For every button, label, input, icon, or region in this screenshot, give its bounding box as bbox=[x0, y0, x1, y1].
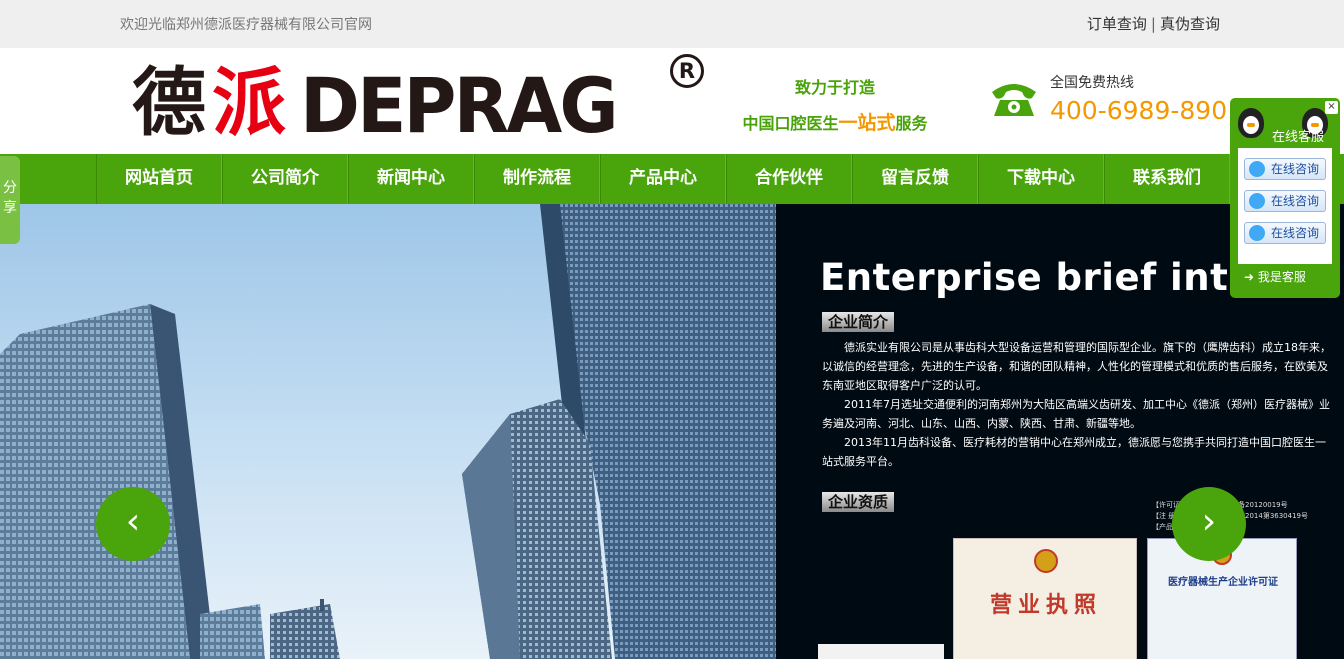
i-am-service-label: 我是客服 bbox=[1257, 270, 1306, 284]
slogan-line2-b: 服务 bbox=[895, 114, 928, 133]
logo-cn-de: 德 bbox=[132, 60, 206, 146]
buildings-illustration bbox=[0, 204, 776, 659]
nav-item-partners[interactable]: 合作伙伴 bbox=[726, 154, 852, 204]
national-emblem-icon bbox=[1034, 549, 1058, 573]
welcome-text: 欢迎光临郑州德派医疗器械有限公司官网 bbox=[120, 17, 372, 33]
cert-caption: 字2014第3630419号 bbox=[1238, 512, 1308, 520]
logo[interactable]: 德 派 DEPRAG R bbox=[132, 54, 712, 150]
authenticity-query-link[interactable]: 真伪查询 bbox=[1160, 15, 1220, 33]
slogan-line2: 中国口腔医生一站式服务 bbox=[740, 108, 930, 135]
cert-caption: 备20120019号 bbox=[1238, 501, 1288, 509]
hotline-number: 400-6989-890 bbox=[1050, 96, 1228, 125]
slogan-highlight: 一站式 bbox=[838, 112, 896, 134]
online-service-body: 在线咨询 在线咨询 在线咨询 bbox=[1238, 148, 1332, 264]
logo-en: DEPRAG bbox=[300, 61, 619, 150]
online-consult-button[interactable]: 在线咨询 bbox=[1244, 222, 1326, 244]
share-tab[interactable]: 分享 bbox=[0, 156, 20, 244]
nav-item-products[interactable]: 产品中心 bbox=[600, 154, 726, 204]
slogan-line2-a: 中国口腔医生 bbox=[742, 114, 839, 133]
intro-paragraph: 德派实业有限公司是从事齿科大型设备运营和管理的国际型企业。旗下的（鹰牌齿科）成立… bbox=[822, 341, 1331, 392]
arrow-right-icon: ➜ bbox=[1244, 270, 1258, 284]
intro-text: 德派实业有限公司是从事齿科大型设备运营和管理的国际型企业。旗下的（鹰牌齿科）成立… bbox=[822, 338, 1332, 471]
section-tag-intro: 企业简介 bbox=[822, 312, 895, 332]
online-service-header: 在线客服 × bbox=[1230, 98, 1340, 145]
intro-paragraph: 2011年7月选址交通便利的河南郑州为大陆区高端义齿研发、加工中心《德派（郑州）… bbox=[822, 398, 1330, 430]
online-consult-label: 在线咨询 bbox=[1271, 226, 1320, 240]
carousel-prev-button[interactable]: ‹ bbox=[96, 487, 170, 561]
nav-item-downloads[interactable]: 下载中心 bbox=[978, 154, 1104, 204]
header: 德 派 DEPRAG R 致力于打造 中国口腔医生一站式服务 全国免费热线 40… bbox=[0, 48, 1344, 154]
logo-cn-pai: 派 bbox=[212, 60, 286, 146]
penguin-icon bbox=[1238, 108, 1264, 138]
business-license-title: 营业执照 bbox=[989, 593, 1102, 618]
top-links: 订单查询 | 真伪查询 bbox=[1087, 13, 1220, 34]
online-service-widget: 在线客服 × 在线咨询 在线咨询 在线咨询 ➜ 我是客服 bbox=[1230, 98, 1340, 298]
online-service-title: 在线客服 bbox=[1272, 130, 1325, 145]
qq-icon bbox=[1249, 193, 1265, 209]
close-icon[interactable]: × bbox=[1325, 101, 1338, 114]
online-consult-button[interactable]: 在线咨询 bbox=[1244, 190, 1326, 212]
online-consult-label: 在线咨询 bbox=[1271, 162, 1320, 176]
slogan-line1: 致力于打造 bbox=[794, 78, 875, 97]
link-separator: | bbox=[1150, 15, 1156, 33]
nav-item-process[interactable]: 制作流程 bbox=[474, 154, 600, 204]
intro-paragraph: 2013年11月齿科设备、医疗耗材的营销中心在郑州成立，德派愿与您携手共同打造中… bbox=[822, 436, 1326, 468]
nav-item-home[interactable]: 网站首页 bbox=[96, 154, 222, 204]
top-bar: 欢迎光临郑州德派医疗器械有限公司官网 订单查询 | 真伪查询 bbox=[0, 0, 1344, 48]
carousel-next-button[interactable]: › bbox=[1172, 487, 1246, 561]
business-license-image: 营业执照 bbox=[953, 538, 1137, 659]
certificate-image bbox=[818, 644, 944, 659]
qq-icon bbox=[1249, 161, 1265, 177]
online-consult-label: 在线咨询 bbox=[1271, 194, 1320, 208]
telephone-icon bbox=[992, 84, 1036, 116]
section-tag-qualification: 企业资质 bbox=[822, 492, 895, 512]
skyscraper-image bbox=[0, 204, 776, 659]
nav-item-feedback[interactable]: 留言反馈 bbox=[852, 154, 978, 204]
main-nav: 网站首页 公司简介 新闻中心 制作流程 产品中心 合作伙伴 留言反馈 下载中心 … bbox=[0, 154, 1344, 204]
qq-icon bbox=[1249, 225, 1265, 241]
hotline-label: 全国免费热线 bbox=[1050, 75, 1134, 91]
hero-banner: Enterprise brief introdu 企业简介 德派实业有限公司是从… bbox=[0, 204, 1344, 659]
nav-item-contact[interactable]: 联系我们 bbox=[1104, 154, 1230, 204]
i-am-service-link[interactable]: ➜ 我是客服 bbox=[1244, 268, 1306, 285]
registered-mark-icon: R bbox=[670, 54, 704, 88]
slogan: 致力于打造 中国口腔医生一站式服务 bbox=[740, 74, 930, 135]
nav-item-about[interactable]: 公司简介 bbox=[222, 154, 348, 204]
online-consult-button[interactable]: 在线咨询 bbox=[1244, 158, 1326, 180]
nav-item-news[interactable]: 新闻中心 bbox=[348, 154, 474, 204]
production-permit-title: 医疗器械生产企业许可证 bbox=[1168, 577, 1278, 588]
order-query-link[interactable]: 订单查询 bbox=[1087, 15, 1147, 33]
